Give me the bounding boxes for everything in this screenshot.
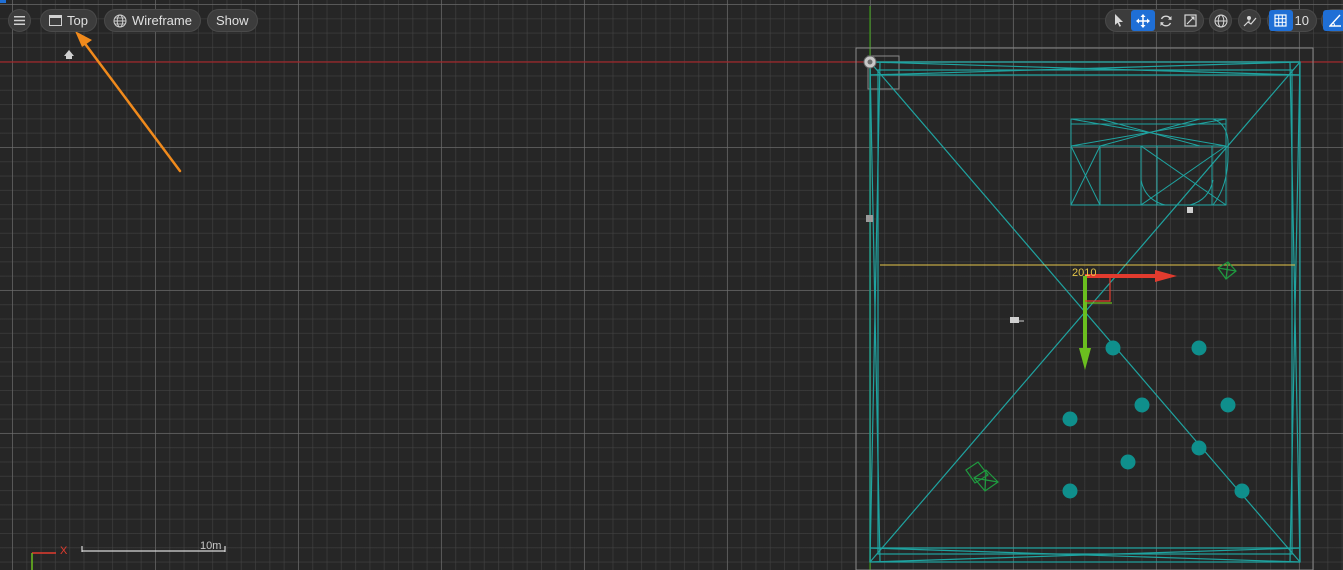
globe-wireframe-icon xyxy=(113,14,127,27)
axis-x-label: X xyxy=(60,545,68,557)
translate-move-icon xyxy=(1135,13,1150,28)
show-label: Show xyxy=(216,13,249,28)
grid-snap-toggle[interactable] xyxy=(1269,10,1293,31)
viewport-menu-button[interactable] xyxy=(8,9,31,32)
grid-snap-icon xyxy=(1274,14,1287,27)
viewport-window-icon xyxy=(49,15,62,26)
translate-mode-button[interactable] xyxy=(1130,10,1155,31)
scene-wireframe[interactable] xyxy=(0,0,1343,570)
axis-indicator xyxy=(31,552,56,570)
translate-gizmo xyxy=(1079,270,1177,370)
render-mode-label: Wireframe xyxy=(132,13,192,28)
transform-tools-group xyxy=(1105,9,1204,32)
globe-world-space-icon xyxy=(1214,14,1227,27)
pickup-actors xyxy=(965,261,1237,492)
scale-bar-label: 10m xyxy=(200,540,222,552)
hamburger-icon xyxy=(14,16,25,25)
level-viewport[interactable]: 2010 10m X Top Wireframe Show 10 xyxy=(0,0,1343,570)
structure-mesh-wireframe xyxy=(1070,118,1229,206)
scale-mode-button[interactable] xyxy=(1178,10,1202,31)
viewport-active-indicator xyxy=(0,0,6,3)
surface-snap-icon xyxy=(1243,15,1256,26)
world-space-button[interactable] xyxy=(1209,9,1232,32)
select-mode-button[interactable] xyxy=(1107,10,1131,31)
angle-snap-group[interactable] xyxy=(1321,9,1343,32)
rotate-icon xyxy=(1160,15,1172,26)
angle-snap-toggle[interactable] xyxy=(1323,10,1343,31)
grid-snap-value[interactable]: 10 xyxy=(1293,13,1315,28)
selected-actor-label: 2010 xyxy=(1072,267,1097,279)
show-menu-button[interactable]: Show xyxy=(207,9,258,32)
view-mode-button[interactable]: Top xyxy=(40,9,97,32)
actor-billboards xyxy=(64,50,1193,323)
surface-snap-button[interactable] xyxy=(1238,9,1261,32)
rotate-mode-button[interactable] xyxy=(1155,10,1179,31)
grid-snap-group[interactable]: 10 xyxy=(1267,9,1317,32)
light-actors xyxy=(1062,340,1250,499)
annotation-arrow xyxy=(75,31,182,173)
render-mode-button[interactable]: Wireframe xyxy=(104,9,201,32)
view-mode-label: Top xyxy=(67,13,88,28)
angle-snap-icon xyxy=(1328,14,1341,27)
select-cursor-icon xyxy=(1114,14,1123,27)
scale-icon xyxy=(1184,14,1197,27)
